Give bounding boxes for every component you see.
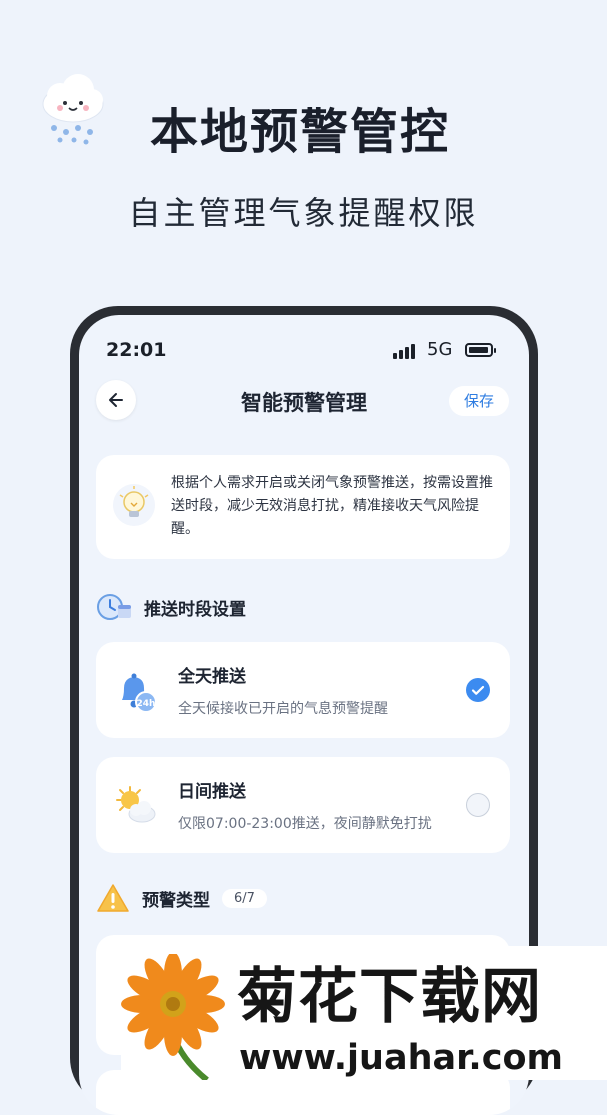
option-desc: 全天候接收已开启的气息预警提醒 <box>178 701 388 717</box>
status-bar: 22:01 5G <box>79 335 529 365</box>
push-section-title: 推送时段设置 <box>144 599 246 620</box>
save-button[interactable]: 保存 <box>449 386 509 416</box>
push-section-header: 推送时段设置 <box>96 591 246 623</box>
network-label: 5G <box>427 339 453 360</box>
warning-icon <box>97 884 129 912</box>
checkmark-icon <box>471 685 485 695</box>
option-title: 全天推送 <box>178 667 246 687</box>
badge-24h: 24h <box>137 699 156 709</box>
option-title: 日间推送 <box>178 782 246 802</box>
option-all-day[interactable]: 24h 全天推送 全天候接收已开启的气息预警提醒 <box>96 642 510 738</box>
radio-unchecked[interactable] <box>466 793 490 817</box>
watermark: 菊花下载网 www.juahar.com <box>121 946 607 1080</box>
bell-24h-icon: 24h <box>122 673 157 713</box>
alert-section-header: 预警类型 6/7 <box>96 883 267 913</box>
alert-count-badge: 6/7 <box>222 888 267 908</box>
info-card: 根据个人需求开启或关闭气象预警推送，按需设置推送时段，减少无效消息打扰，精准接收… <box>96 455 510 559</box>
snow-cloud-icon <box>42 74 104 145</box>
sun-cloud-icon <box>116 786 156 823</box>
radio-checked[interactable] <box>466 678 490 702</box>
option-desc: 仅限07:00-23:00推送，夜间静默免打扰 <box>178 816 432 832</box>
option-daytime[interactable]: 日间推送 仅限07:00-23:00推送，夜间静默免打扰 <box>96 757 510 853</box>
battery-icon <box>465 343 496 357</box>
watermark-title: 菊花下载网 <box>237 962 542 1032</box>
watermark-url: www.juahar.com <box>239 1038 563 1078</box>
clock-calendar-icon <box>97 594 131 620</box>
info-text: 根据个人需求开启或关闭气象预警推送，按需设置推送时段，减少无效消息打扰，精准接收… <box>171 475 493 537</box>
promo-title: 本地预警管控 <box>150 104 451 160</box>
promo-subtitle: 自主管理气象提醒权限 <box>128 194 479 232</box>
alert-section-title: 预警类型 <box>142 890 210 911</box>
signal-icon <box>393 344 415 359</box>
lightbulb-icon <box>113 484 155 526</box>
flower-logo-icon <box>121 954 225 1080</box>
status-time: 22:01 <box>106 339 167 361</box>
